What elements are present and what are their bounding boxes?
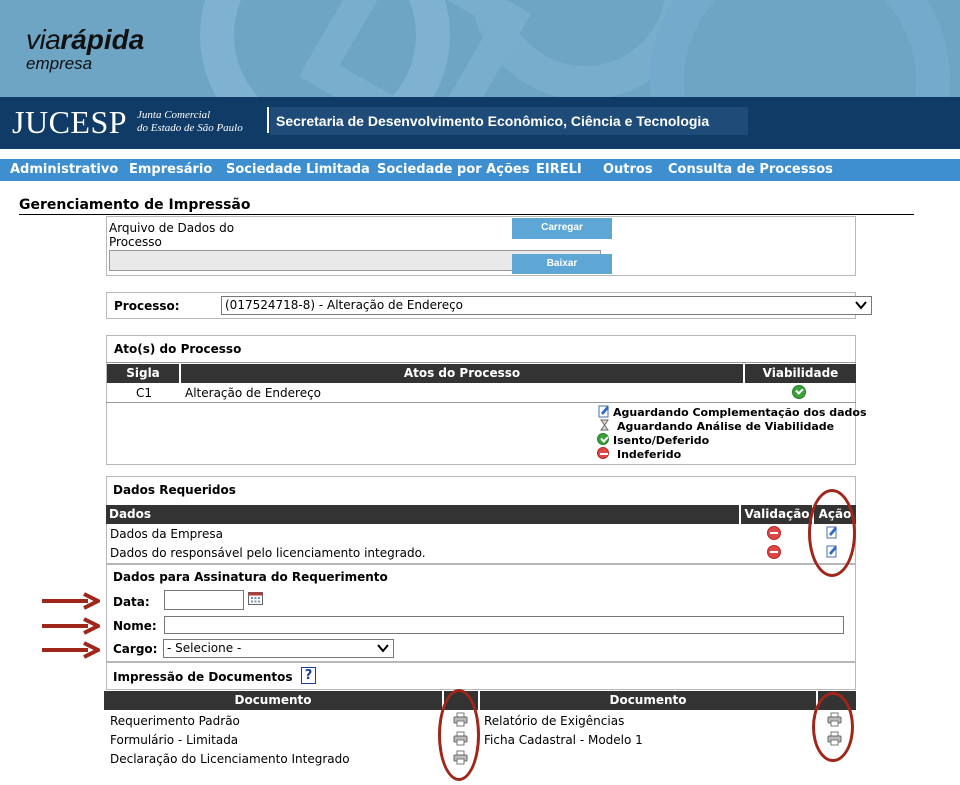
- nav-sociedade-limitada[interactable]: Sociedade Limitada: [226, 162, 370, 177]
- jucesp-header: JUCESP Junta Comercial do Estado de São …: [0, 97, 960, 149]
- calendar-icon[interactable]: [248, 591, 263, 605]
- doc-declaracao-licenciamento: Declaração do Licenciamento Integrado: [110, 752, 350, 766]
- cargo-label: Cargo:: [113, 642, 158, 656]
- impressao-table-header: Documento Documento: [104, 691, 856, 710]
- nav-administrativo[interactable]: Administrativo: [10, 162, 118, 177]
- edit-icon: [598, 405, 609, 418]
- help-icon[interactable]: ?: [301, 667, 316, 684]
- processo-selected-value: (017524718-8) - Alteração de Endereço: [225, 298, 464, 312]
- header-divider: [267, 107, 269, 133]
- jucesp-logo: JUCESP: [12, 104, 128, 140]
- carregar-button[interactable]: Carregar: [512, 218, 612, 239]
- ato-descricao: Alteração de Endereço: [185, 386, 322, 400]
- top-banner: viarápida empresa: [0, 0, 960, 97]
- arquivo-label-line1: Arquivo de Dados do: [109, 221, 235, 235]
- doc-relatorio-exigencias: Relatório de Exigências: [484, 714, 625, 728]
- dados-requeridos-title: Dados Requeridos: [113, 483, 236, 497]
- annotation-arrow-data: [42, 592, 100, 610]
- logo-empresa: empresa: [26, 54, 93, 73]
- junta-line1: Junta Comercial: [137, 109, 211, 121]
- doc-ficha-cadastral: Ficha Cadastral - Modelo 1: [484, 733, 643, 747]
- header-sigla: Sigla: [126, 366, 160, 380]
- logo-rapida: rápida: [60, 24, 145, 55]
- impressao-title: Impressão de Documentos: [113, 670, 293, 684]
- nome-input[interactable]: [164, 616, 844, 634]
- annotation-oval-print-left: [438, 689, 480, 781]
- annotation-oval-print-right: [812, 692, 854, 762]
- chevron-down-icon: [377, 644, 389, 653]
- logo-via: via: [26, 24, 61, 55]
- doc-formulario-limitada: Formulário - Limitada: [110, 733, 239, 747]
- cargo-selected-value: - Selecione -: [167, 641, 242, 655]
- secretaria-label: Secretaria de Desenvolvimento Econômico,…: [270, 107, 748, 135]
- page-title: Gerenciamento de Impressão: [19, 197, 914, 215]
- hourglass-icon: [600, 419, 609, 431]
- atos-title: Ato(s) do Processo: [114, 342, 242, 356]
- header-viabilidade: Viabilidade: [762, 366, 839, 380]
- arquivo-label-line2: Processo: [109, 235, 162, 249]
- header-dados: Dados: [109, 507, 152, 521]
- green-check-icon: [597, 433, 609, 445]
- red-minus-icon: [767, 545, 781, 559]
- legend-indeferido: Indeferido: [617, 448, 682, 461]
- viarapida-logo: viarápida empresa: [26, 24, 145, 73]
- nav-sociedade-por-acoes[interactable]: Sociedade por Ações: [377, 162, 529, 177]
- legend-aguardando-analise: Aguardando Análise de Viabilidade: [617, 420, 835, 433]
- data-input[interactable]: [164, 590, 244, 610]
- header-atos: Atos do Processo: [403, 366, 521, 380]
- red-minus-icon: [767, 526, 781, 540]
- header-documento-left: Documento: [234, 693, 312, 707]
- annotation-arrow-cargo: [42, 641, 100, 659]
- ato-sigla: C1: [136, 386, 153, 400]
- legend-aguardando-complementacao: Aguardando Complementação dos dados: [613, 406, 867, 419]
- legend-divider: [106, 402, 856, 403]
- main-nav: Administrativo Empresário Sociedade Limi…: [0, 159, 960, 181]
- dados-table-header: Dados Validação Ação: [106, 505, 856, 524]
- green-check-icon: [792, 385, 806, 399]
- nav-eireli[interactable]: EIRELI: [536, 162, 582, 177]
- processo-label: Processo:: [114, 299, 180, 313]
- nav-consulta-processos[interactable]: Consulta de Processos: [668, 162, 833, 177]
- header-separator: [739, 505, 741, 524]
- atos-divider: [106, 362, 856, 363]
- doc-requerimento-padrao: Requerimento Padrão: [110, 714, 240, 728]
- dados-responsavel-label: Dados do responsável pelo licenciamento …: [110, 546, 426, 560]
- assinatura-title: Dados para Assinatura do Requerimento: [113, 570, 388, 584]
- header-documento-right: Documento: [609, 693, 687, 707]
- red-minus-icon: [597, 447, 609, 459]
- data-label: Data:: [113, 595, 150, 609]
- nav-empresario[interactable]: Empresário: [129, 162, 212, 177]
- annotation-oval-acao: [808, 489, 856, 577]
- chevron-down-icon: [855, 301, 867, 310]
- nav-outros[interactable]: Outros: [603, 162, 653, 177]
- processo-select[interactable]: (017524718-8) - Alteração de Endereço: [221, 296, 872, 315]
- annotation-arrow-nome: [42, 617, 100, 635]
- legend-isento-deferido: Isento/Deferido: [613, 434, 710, 447]
- header-validacao: Validação: [744, 507, 810, 521]
- dados-empresa-label: Dados da Empresa: [110, 527, 223, 541]
- nome-label: Nome:: [113, 619, 157, 633]
- baixar-button[interactable]: Baixar: [512, 254, 612, 274]
- arquivo-label: Arquivo de Dados do Processo: [109, 221, 234, 249]
- junta-line2: do Estado de São Paulo: [137, 122, 243, 134]
- junta-comercial-label: Junta Comercial do Estado de São Paulo: [137, 109, 243, 135]
- cargo-select[interactable]: - Selecione -: [163, 639, 394, 658]
- atos-table-header: Sigla Atos do Processo Viabilidade: [107, 364, 856, 383]
